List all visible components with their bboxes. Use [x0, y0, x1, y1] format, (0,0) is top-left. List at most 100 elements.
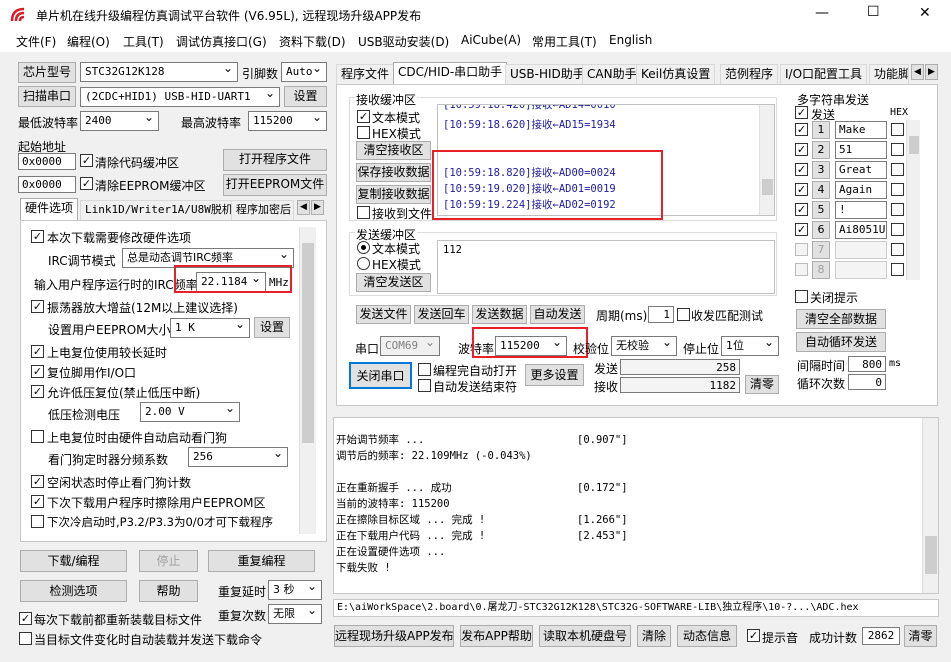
tab-encrypt[interactable]: 程序加密后	[231, 200, 294, 220]
min-baud-select[interactable]: 2400	[80, 111, 159, 131]
interval-field[interactable]: 800	[848, 356, 886, 372]
multi-row-checkbox[interactable]	[795, 143, 808, 156]
long-delay-checkbox[interactable]	[31, 345, 44, 358]
close-port-button[interactable]: 关闭串口	[349, 362, 412, 389]
send-enter-button[interactable]: 发送回车	[414, 305, 469, 324]
osc-gain-checkbox[interactable]	[31, 300, 44, 313]
menu-program[interactable]: 编程(O)	[67, 33, 110, 50]
repeat-count-select[interactable]: 无限	[268, 604, 322, 624]
rx-text-mode-checkbox[interactable]	[357, 110, 370, 123]
publish-app-button[interactable]: 远程现场升级APP发布	[334, 625, 454, 647]
multi-row-text-field[interactable]: !	[835, 201, 887, 219]
menu-file[interactable]: 文件(F)	[16, 33, 56, 50]
erase-eeprom-checkbox[interactable]	[31, 495, 44, 508]
multi-row-text-field[interactable]: Again	[835, 181, 887, 199]
read-disk-button[interactable]: 读取本机硬盘号	[539, 625, 631, 647]
modify-hw-checkbox[interactable]	[31, 230, 44, 243]
multi-row-checkbox[interactable]	[795, 223, 808, 236]
multi-row-text-field[interactable]: 51	[835, 141, 887, 159]
chip-model-select[interactable]: STC32G12K128	[80, 62, 238, 82]
stop-button[interactable]: 停止	[139, 550, 198, 572]
tab-serial-assistant[interactable]: CDC/HID-串口助手	[393, 62, 508, 84]
multi-row-hex-checkbox[interactable]	[891, 143, 904, 156]
rx-clear-button[interactable]: 清空接收区	[356, 141, 431, 160]
multi-row-send-button[interactable]: 4	[812, 181, 830, 199]
multi-row-checkbox[interactable]	[795, 263, 808, 276]
more-settings-button[interactable]: 更多设置	[525, 364, 584, 386]
multi-row-hex-checkbox[interactable]	[891, 183, 904, 196]
eeprom-addr-field[interactable]: 0x0000	[18, 176, 76, 193]
open-eeprom-button[interactable]: 打开EEPROM文件	[223, 174, 327, 196]
auto-loop-send-button[interactable]: 自动循环发送	[796, 332, 886, 352]
menu-common-tools[interactable]: 常用工具(T)	[532, 33, 597, 50]
parity-select[interactable]: 无校验	[611, 336, 677, 356]
match-test-checkbox[interactable]	[677, 308, 690, 321]
app-help-button[interactable]: 发布APP帮助	[460, 625, 533, 647]
multi-row-send-button[interactable]: 5	[812, 201, 830, 219]
multi-row-text-field[interactable]: Ai8051U	[835, 221, 887, 239]
multi-row-send-button[interactable]: 1	[812, 121, 830, 139]
reset-io-checkbox[interactable]	[31, 365, 44, 378]
hw-options-scrollbar[interactable]	[299, 227, 316, 534]
rx-to-file-checkbox[interactable]	[357, 206, 370, 219]
idle-wdt-checkbox[interactable]	[31, 475, 44, 488]
multi-row-hex-checkbox[interactable]	[891, 163, 904, 176]
multi-scrollbar[interactable]	[906, 120, 920, 280]
multi-row-send-button[interactable]: 3	[812, 161, 830, 179]
lvd-reset-checkbox[interactable]	[31, 385, 44, 398]
menu-usb-driver[interactable]: USB驱动安装(D)	[358, 33, 449, 50]
rx-save-button[interactable]: 保存接收数据	[356, 163, 431, 182]
right-tab-scroll-right-button[interactable]: ▶	[925, 64, 938, 80]
multi-row-send-button[interactable]: 8	[812, 261, 830, 279]
tx-text-mode-radio[interactable]	[357, 241, 370, 254]
tx-hex-mode-radio[interactable]	[357, 257, 370, 270]
tab-examples[interactable]: 范例程序	[720, 64, 779, 84]
tx-clear-button[interactable]: 清空发送区	[356, 273, 431, 292]
auto-open-checkbox[interactable]	[418, 363, 431, 376]
tab-keil[interactable]: Keil仿真设置	[636, 64, 716, 84]
menu-download[interactable]: 资料下载(D)	[279, 33, 346, 50]
eeprom-size-set-button[interactable]: 设置	[254, 317, 290, 338]
log-scrollbar[interactable]	[922, 418, 938, 593]
send-data-button[interactable]: 发送数据	[472, 305, 527, 324]
multi-row-checkbox[interactable]	[795, 183, 808, 196]
scan-port-button[interactable]: 扫描串口	[18, 86, 76, 107]
multi-row-hex-checkbox[interactable]	[891, 123, 904, 136]
multi-row-text-field[interactable]	[835, 241, 887, 259]
minimize-button[interactable]: —	[815, 5, 829, 21]
rx-hex-mode-checkbox[interactable]	[357, 126, 370, 139]
multi-row-hex-checkbox[interactable]	[891, 263, 904, 276]
stop-bits-select[interactable]: 1位	[721, 336, 779, 356]
pin-count-select[interactable]: Auto	[281, 62, 327, 82]
lvd-select[interactable]: 2.00 V	[140, 402, 240, 422]
tab-scroll-right-button[interactable]: ▶	[311, 200, 324, 215]
multi-row-text-field[interactable]	[835, 261, 887, 279]
multi-row-hex-checkbox[interactable]	[891, 243, 904, 256]
tab-hw-options[interactable]: 硬件选项	[20, 198, 79, 220]
wdt-prescale-select[interactable]: 256	[188, 447, 288, 467]
close-button[interactable]: ✕	[919, 5, 931, 21]
multi-row-checkbox[interactable]	[795, 163, 808, 176]
menu-aicube[interactable]: AiCube(A)	[461, 33, 521, 47]
auto-send-button[interactable]: 自动发送	[530, 305, 585, 324]
multi-row-checkbox[interactable]	[795, 123, 808, 136]
tab-function-pin[interactable]: 功能脚	[869, 64, 909, 84]
loop-count-field[interactable]: 0	[848, 374, 886, 390]
clear-eeprom-checkbox[interactable]	[80, 177, 93, 190]
tx-textarea[interactable]: 112	[437, 240, 775, 294]
clear-code-checkbox[interactable]	[80, 154, 93, 167]
max-baud-select[interactable]: 115200	[248, 111, 327, 131]
download-button[interactable]: 下载/编程	[20, 550, 127, 572]
help-button[interactable]: 帮助	[139, 580, 198, 602]
zero-count-button[interactable]: 清零	[904, 625, 937, 647]
auto-send-checkbox[interactable]	[19, 632, 32, 645]
code-addr-field[interactable]: 0x0000	[18, 153, 76, 170]
multi-send-all-checkbox[interactable]	[795, 106, 808, 119]
chip-model-button[interactable]: 芯片型号	[18, 62, 76, 83]
tab-scroll-left-button[interactable]: ◀	[297, 200, 310, 215]
detect-options-button[interactable]: 检测选项	[20, 580, 127, 602]
hide-tip-checkbox[interactable]	[795, 290, 808, 303]
tab-program-file[interactable]: 程序文件	[336, 64, 395, 84]
multi-row-text-field[interactable]: Great	[835, 161, 887, 179]
repeat-delay-select[interactable]: 3 秒	[268, 580, 322, 600]
